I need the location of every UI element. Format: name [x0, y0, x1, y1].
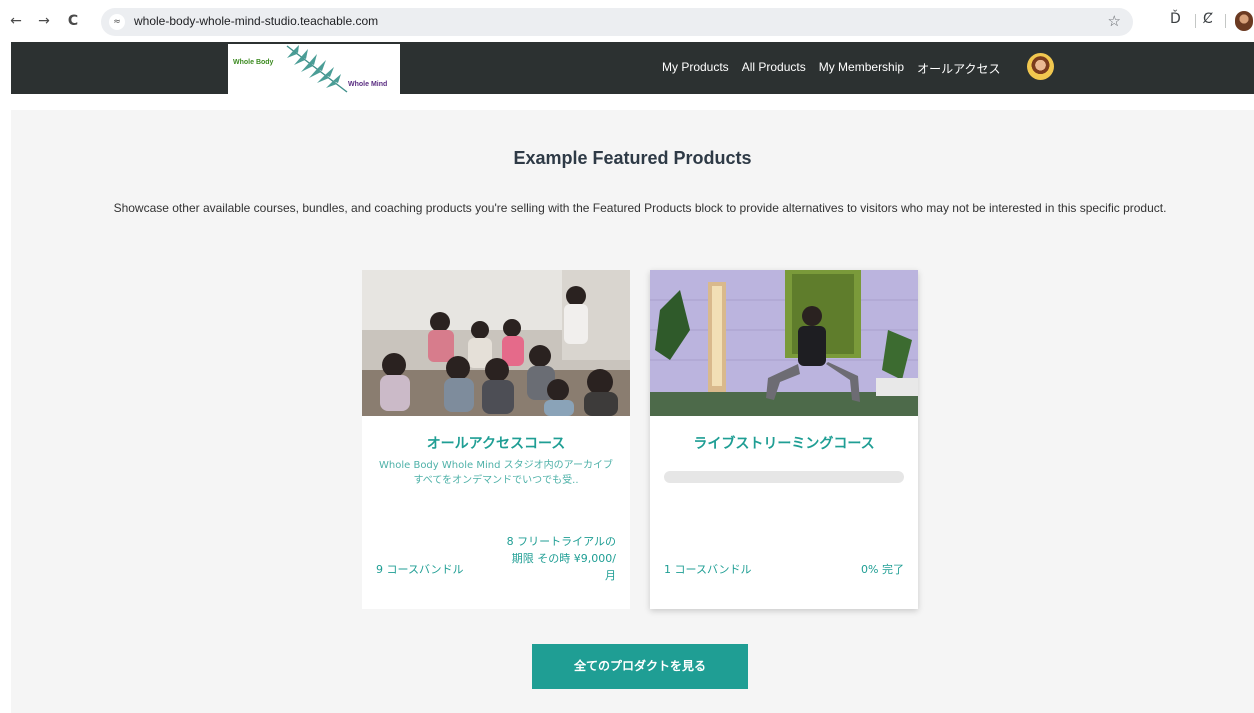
toolbar-divider	[1195, 14, 1196, 28]
bookmark-star-icon[interactable]: ☆	[1108, 12, 1121, 30]
site-header: Whole Body Whole Mind My Products All Pr…	[11, 42, 1254, 94]
nav-all-access[interactable]: オールアクセス	[917, 60, 1000, 77]
product-card-all-access[interactable]: オールアクセスコース Whole Body Whole Mind スタジオ内のア…	[362, 270, 630, 609]
address-bar-url[interactable]: whole-body-whole-mind-studio.teachable.c…	[134, 14, 378, 28]
bundle-count: 1 コースバンドル	[664, 563, 752, 576]
view-all-products-button[interactable]: 全てのプロダクトを見る	[532, 644, 748, 689]
logo-text-whole-mind: Whole Mind	[348, 81, 388, 88]
product-image-workshop[interactable]	[362, 270, 630, 416]
fern-icon	[286, 45, 348, 93]
product-image-yoga-pose[interactable]	[650, 270, 918, 416]
product-title[interactable]: ライブストリーミングコース	[650, 433, 918, 453]
user-avatar[interactable]	[1027, 53, 1054, 80]
featured-products-section: Example Featured Products Showcase other…	[11, 110, 1254, 713]
progress-bar	[664, 471, 904, 483]
back-arrow-icon[interactable]: ←	[6, 11, 26, 31]
completion-status: 0% 完了	[861, 563, 904, 576]
toolbar-divider	[1225, 14, 1226, 28]
address-bar[interactable]: ≈ whole-body-whole-mind-studio.teachable…	[101, 8, 1133, 36]
section-heading: Example Featured Products	[513, 148, 752, 168]
nav-my-membership[interactable]: My Membership	[819, 60, 904, 77]
browser-toolbar: ← → C ≈ whole-body-whole-mind-studio.tea…	[0, 0, 1254, 42]
site-settings-icon[interactable]: ≈	[109, 14, 125, 30]
bundle-count: 9 コースバンドル	[376, 563, 464, 576]
product-price: 8 フリートライアルの期限 その時 ¥9,000/月	[506, 535, 616, 582]
logo-text-whole-body: Whole Body	[233, 59, 274, 66]
reload-icon[interactable]: C	[63, 11, 83, 31]
product-description: Whole Body Whole Mind スタジオ内のアーカイブすべてをオンデ…	[379, 460, 613, 486]
product-title[interactable]: オールアクセスコース	[362, 433, 630, 453]
forward-arrow-icon[interactable]: →	[34, 11, 54, 31]
browser-profile-avatar[interactable]	[1235, 11, 1253, 31]
site-logo[interactable]: Whole Body Whole Mind	[228, 44, 400, 94]
extensions-icon[interactable]: Ď	[1170, 11, 1181, 27]
nav-all-products[interactable]: All Products	[742, 60, 806, 77]
main-nav: My Products All Products My Membership オ…	[662, 60, 1000, 77]
section-description: Showcase other available courses, bundle…	[113, 201, 1167, 215]
reading-mode-icon[interactable]: Ȼ	[1203, 11, 1213, 27]
nav-my-products[interactable]: My Products	[662, 60, 729, 77]
product-card-live-streaming[interactable]: ライブストリーミングコース 1 コースバンドル 0% 完了	[650, 270, 918, 609]
